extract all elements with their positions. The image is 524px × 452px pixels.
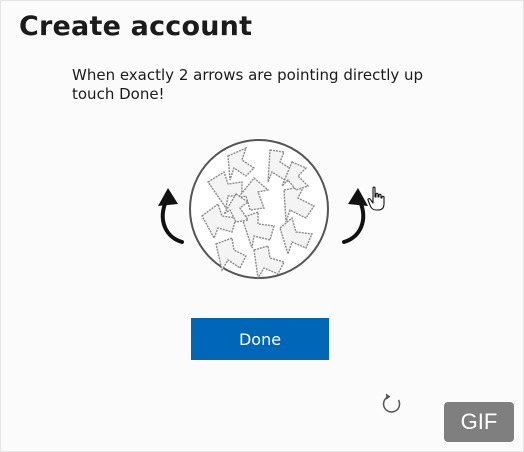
refresh-button[interactable] <box>380 392 404 416</box>
refresh-icon <box>382 393 401 413</box>
puzzle-area <box>150 132 390 288</box>
hand-cursor-icon <box>367 186 385 211</box>
arrow-puzzle-image <box>189 139 329 280</box>
page-title: Create account <box>19 11 253 42</box>
gif-badge: GIF <box>444 402 514 442</box>
done-button[interactable]: Done <box>191 318 329 360</box>
instruction-text: When exactly 2 arrows are pointing direc… <box>72 66 424 103</box>
